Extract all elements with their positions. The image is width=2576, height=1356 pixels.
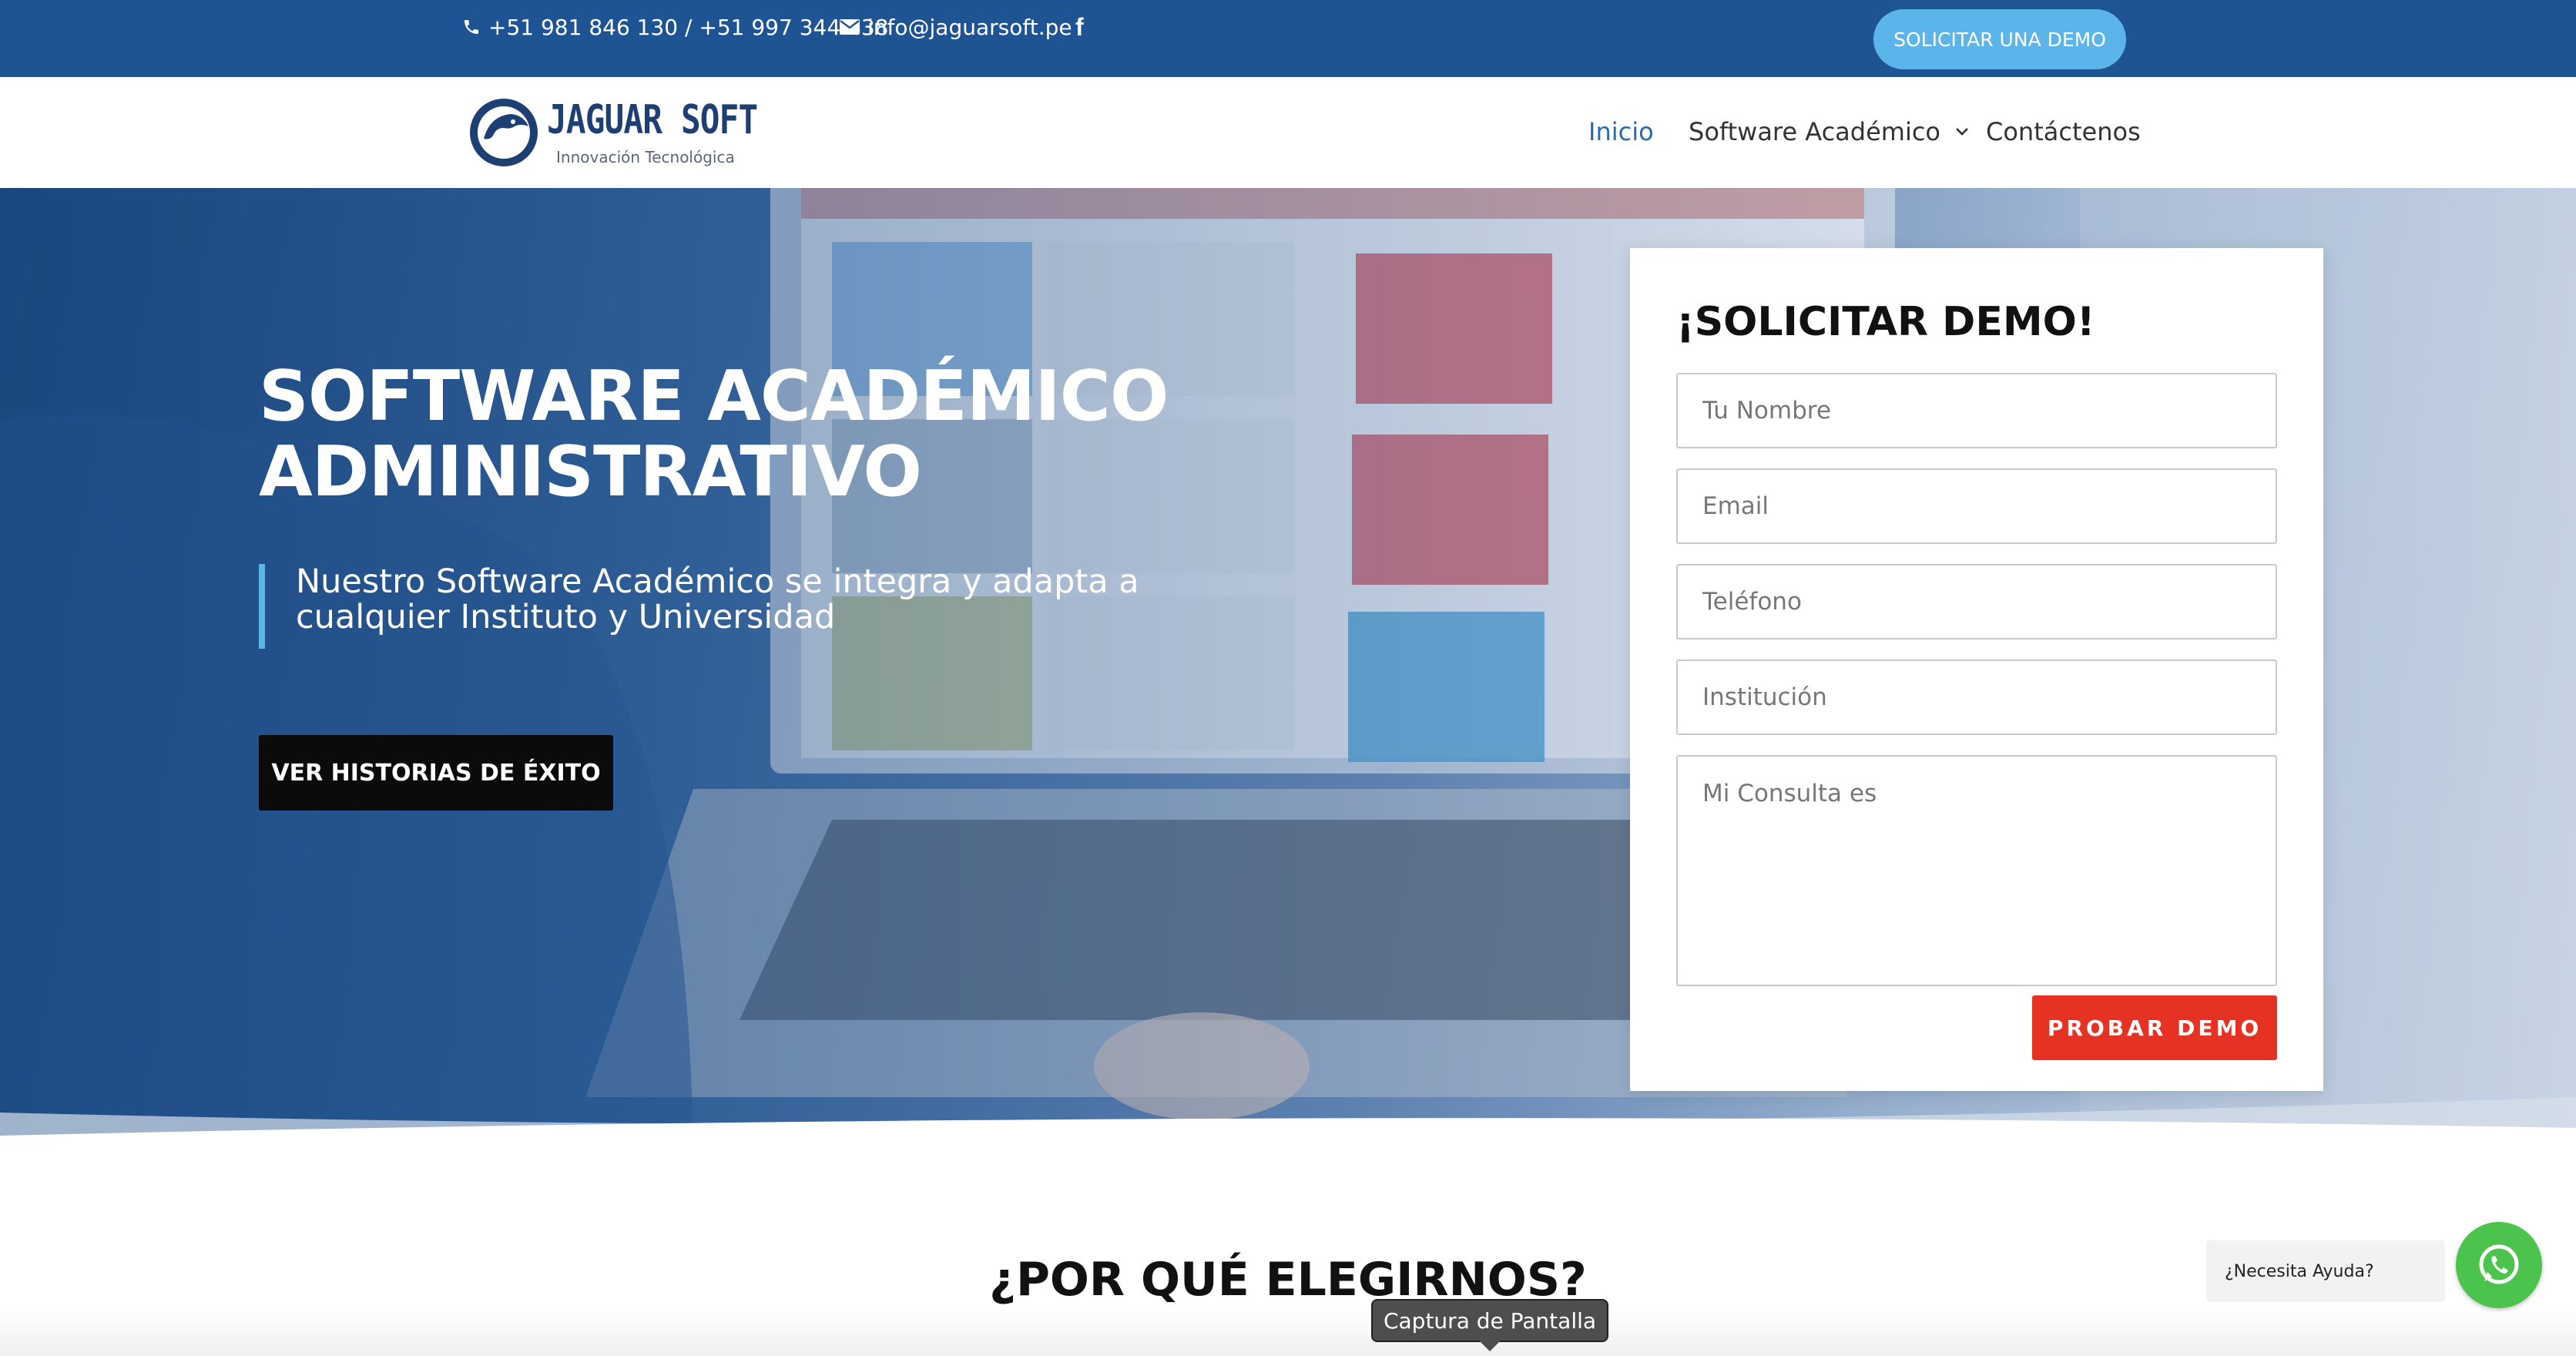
request-demo-button[interactable]: SOLICITAR UNA DEMO — [1873, 9, 2126, 69]
whatsapp-icon — [2479, 1244, 2519, 1284]
nav-contactenos[interactable]: Contáctenos — [1986, 117, 2141, 146]
top-bar: +51 981 846 130 / +51 997 344 438 info@j… — [0, 0, 2576, 77]
logo-subtitle: Innovación Tecnológica — [556, 148, 735, 166]
bottom-shade — [0, 1310, 2576, 1356]
top-phone[interactable]: +51 981 846 130 / +51 997 344 438 — [462, 14, 889, 40]
facebook-icon[interactable]: f — [1075, 13, 1084, 41]
help-bubble[interactable]: ¿Necesita Ayuda? — [2206, 1240, 2445, 1302]
envelope-icon — [840, 19, 860, 35]
whatsapp-button[interactable] — [2456, 1222, 2542, 1308]
why-choose-us-title: ¿POR QUÉ ELEGIRNOS? — [989, 1253, 1587, 1307]
chevron-down-icon — [1956, 128, 1968, 136]
nav-inicio[interactable]: Inicio — [1588, 117, 1654, 146]
logo[interactable]: JAGUAR SOFT Innovación Tecnológica — [467, 92, 758, 170]
jaguar-logo-icon — [470, 99, 538, 166]
top-email[interactable]: info@jaguarsoft.pe — [840, 14, 1072, 40]
screenshot-tooltip: Captura de Pantalla — [1371, 1299, 1608, 1342]
logo-title: JAGUAR SOFT — [547, 97, 758, 143]
phone-input[interactable] — [1676, 564, 2277, 639]
institution-input[interactable] — [1676, 660, 2277, 735]
query-textarea[interactable] — [1676, 755, 2277, 986]
success-stories-button[interactable]: VER HISTORIAS DE ÉXITO — [259, 735, 613, 811]
site-header: JAGUAR SOFT Innovación Tecnológica Inici… — [0, 77, 2576, 188]
name-input[interactable] — [1676, 373, 2277, 448]
nav-software-academico[interactable]: Software Académico — [1689, 117, 1970, 146]
tooltip-tail — [1479, 1341, 1501, 1351]
submit-demo-button[interactable]: PROBAR DEMO — [2032, 995, 2277, 1060]
phone-text: +51 981 846 130 / +51 997 344 438 — [488, 14, 889, 40]
email-input[interactable] — [1676, 468, 2277, 544]
hero-subtitle: Nuestro Software Académico se integra y … — [259, 564, 1237, 649]
demo-request-form: ¡SOLICITAR DEMO! PROBAR DEMO — [1630, 248, 2323, 1091]
hero-title: SOFTWARE ACADÉMICO ADMINISTRATIVO — [259, 356, 1169, 512]
hero-wave-divider — [0, 1097, 2576, 1180]
form-title: ¡SOLICITAR DEMO! — [1676, 299, 2095, 345]
nav-software-label: Software Académico — [1689, 117, 1940, 146]
phone-icon — [465, 20, 478, 34]
email-text: info@jaguarsoft.pe — [867, 14, 1072, 40]
